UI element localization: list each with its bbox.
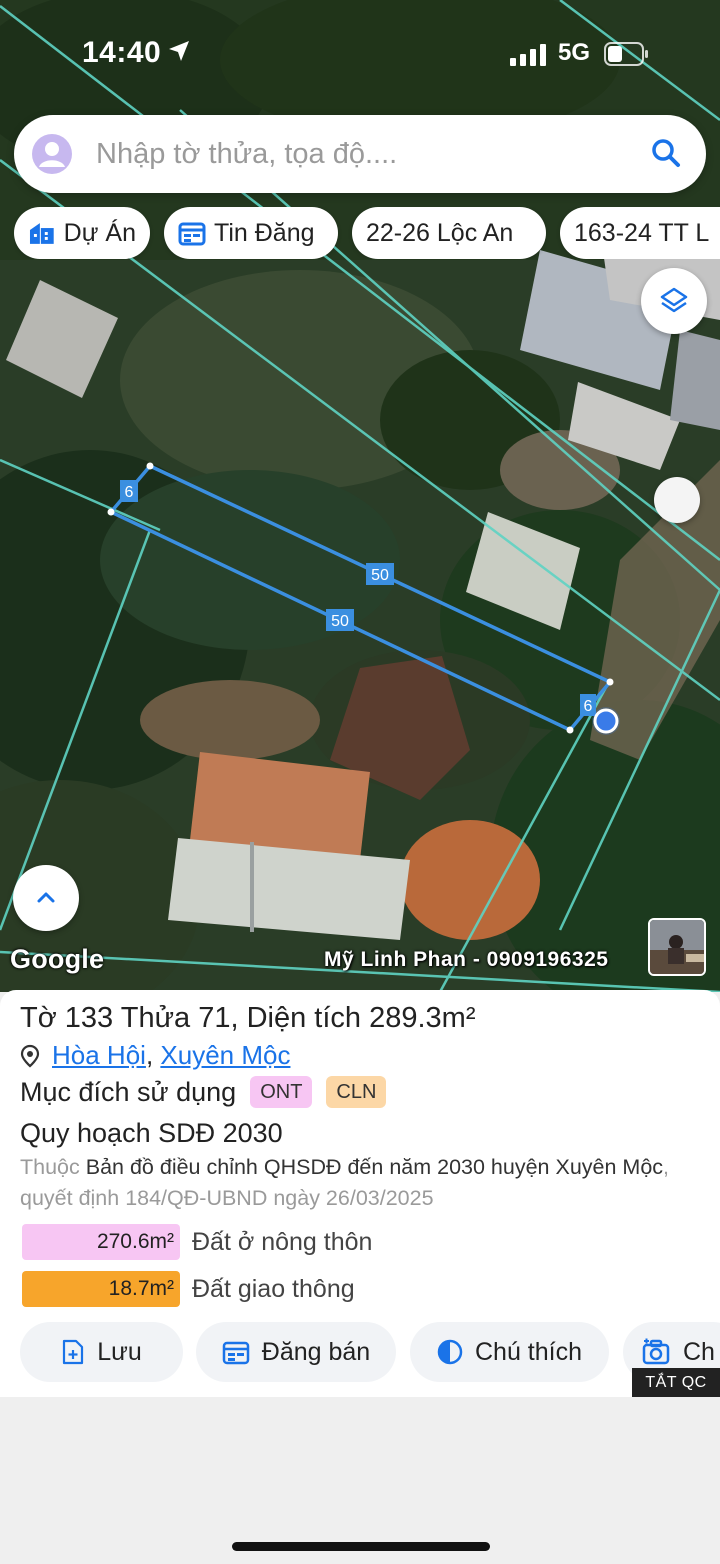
building-icon (29, 223, 54, 244)
parcel-title: Tờ 133 Thửa 71, Diện tích 289.3m² (20, 1002, 476, 1034)
home-indicator[interactable] (232, 1542, 490, 1551)
watermark-text: Mỹ Linh Phan - 0909196325 (324, 948, 609, 971)
chip-tin-dang[interactable]: Tin Đăng (164, 207, 338, 259)
chip-label: 22-26 Lộc An (366, 218, 514, 247)
sheet-number: 133 (64, 1002, 114, 1034)
calendar-icon (222, 1341, 250, 1365)
google-logo: Google (10, 944, 105, 974)
status-bar: 14:40 5G (0, 0, 720, 100)
plot-prefix: Thửa (120, 1002, 191, 1034)
usage-label: Mục đích sử dụng (20, 1076, 237, 1107)
chevron-up-icon (37, 892, 55, 903)
chip-recent-2[interactable]: 163-24 TT L (560, 207, 720, 259)
chip-du-an[interactable]: Dự Án (14, 207, 150, 259)
button-label: Chú thích (474, 1337, 582, 1366)
save-button[interactable]: Lưu (20, 1322, 183, 1382)
post-sale-button[interactable]: Đăng bán (196, 1322, 396, 1382)
search-icon[interactable] (650, 137, 682, 174)
chip-label: Dự Án (63, 218, 136, 247)
legend-button[interactable]: Chú thích (410, 1322, 609, 1382)
save-plus-icon (63, 1339, 84, 1365)
parcel-info-panel: Tờ 133 Thửa 71, Diện tích 289.3m² Hòa Hộ… (0, 990, 720, 1397)
svg-text:6: 6 (584, 698, 593, 715)
parcel-location: Hòa Hội, Xuyên Mộc (20, 1040, 290, 1071)
network-type: 5G (558, 39, 591, 66)
chip-label: Tin Đăng (214, 218, 315, 247)
app-screen: 6 50 50 6 14:40 5G Nhập tờ thửa, tọa độ.… (0, 0, 720, 1564)
planning-reference: Thuộc Bản đồ điều chỉnh QHSDĐ đến năm 20… (20, 1152, 710, 1214)
button-label: Đăng bán (261, 1337, 371, 1366)
half-circle-icon (437, 1339, 463, 1365)
map-pin-icon (20, 1044, 40, 1067)
camera-icon (642, 1338, 670, 1365)
planning-title: Quy hoạch SDĐ 2030 (20, 1118, 283, 1148)
current-location-dot (593, 708, 619, 734)
map-control-button[interactable] (654, 477, 700, 523)
expand-panel-button[interactable] (13, 865, 79, 931)
plot-number: 71 (198, 1002, 231, 1034)
chip-label: 163-24 TT L (574, 218, 710, 247)
area-prefix: Diện tích (246, 1002, 362, 1034)
filter-chips: Dự Án Tin Đăng 22-26 Lộc An 163-24 TT L (14, 207, 720, 259)
ref-prefix: Thuộc (20, 1155, 80, 1179)
parcel-edge-label-bottom: 50 (326, 609, 354, 631)
land-use-purpose: Mục đích sử dụng ONT CLN (20, 1076, 387, 1108)
calendar-icon (178, 222, 206, 246)
chip-recent-1[interactable]: 22-26 Lộc An (352, 207, 546, 259)
svg-text:50: 50 (331, 613, 349, 630)
commune-link[interactable]: Hòa Hội (52, 1040, 146, 1071)
ref-map-name: Bản đồ điều chỉnh QHSDĐ đến năm 2030 huy… (85, 1155, 664, 1179)
svg-text:6: 6 (125, 484, 134, 501)
land-use-area: 270.6m² (22, 1224, 180, 1260)
status-time: 14:40 (82, 36, 162, 69)
button-label: Lưu (97, 1337, 142, 1366)
svg-text:50: 50 (371, 567, 389, 584)
usage-badge-ont[interactable]: ONT (250, 1076, 313, 1108)
area-value: 289.3m² (369, 1002, 476, 1034)
district-link[interactable]: Xuyên Mộc (160, 1040, 290, 1071)
battery-icon (604, 42, 650, 71)
land-use-row-traffic: 18.7m² Đất giao thông (22, 1271, 355, 1307)
land-use-label: Đất ở nông thôn (192, 1227, 373, 1256)
sheet-prefix: Tờ (20, 1002, 57, 1034)
location-arrow-icon (168, 40, 190, 67)
search-input[interactable] (96, 129, 636, 179)
usage-badge-cln[interactable]: CLN (326, 1076, 387, 1108)
cellular-signal-icon (510, 44, 548, 71)
parcel-edge-label-top: 50 (366, 563, 394, 585)
land-use-label: Đất giao thông (192, 1274, 355, 1303)
search-bar[interactable] (14, 115, 706, 193)
button-label: Ch (683, 1337, 715, 1366)
land-use-row-ont: 270.6m² Đất ở nông thôn (22, 1224, 372, 1260)
parcel-edge-label-right: 6 (580, 694, 596, 716)
parcel-edge-label-left: 6 (120, 480, 138, 502)
ad-toggle-button[interactable]: TẮT QC (632, 1368, 720, 1397)
avatar-icon[interactable] (32, 134, 72, 179)
layers-button[interactable] (641, 268, 707, 334)
layers-icon (660, 287, 688, 313)
watermark-photo (648, 918, 706, 976)
land-use-area: 18.7m² (22, 1271, 180, 1307)
